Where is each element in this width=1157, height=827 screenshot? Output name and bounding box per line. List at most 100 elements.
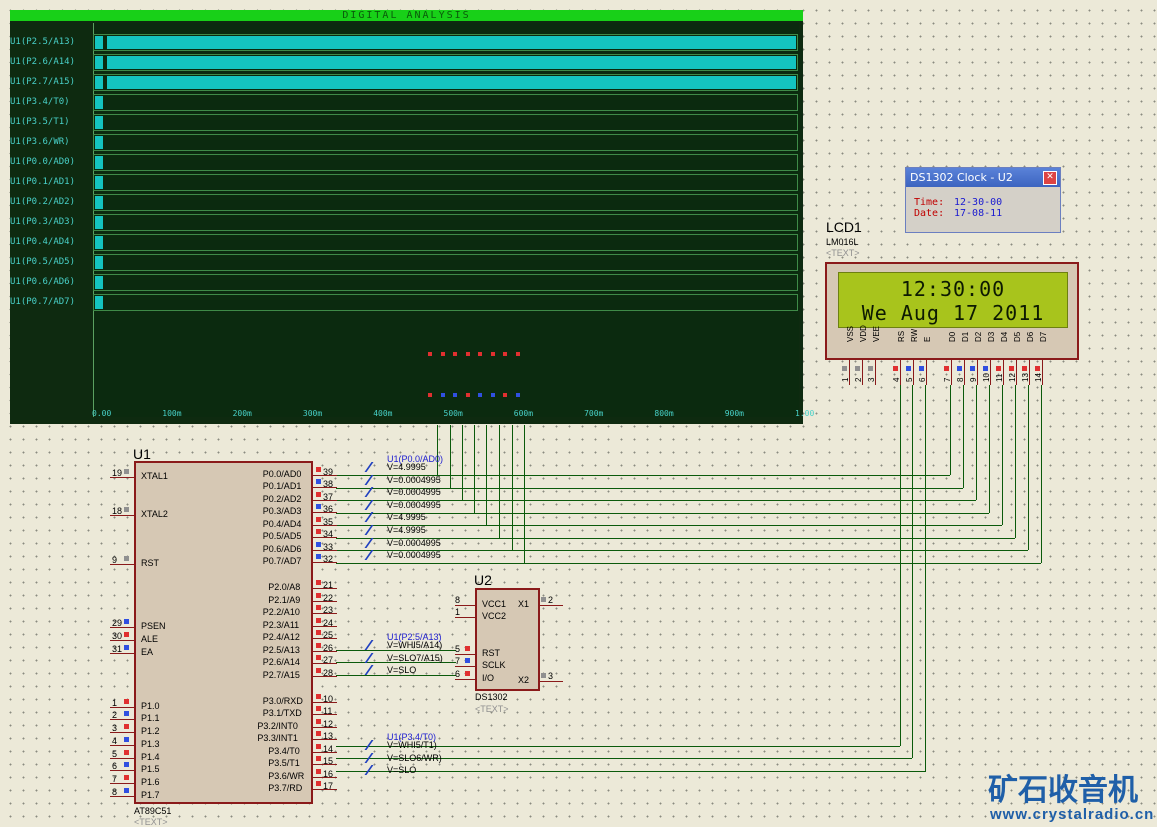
pin-number: 5 [455, 644, 461, 654]
pin-state [316, 467, 321, 472]
pin-name: RST [482, 648, 500, 658]
pin-state [316, 731, 321, 736]
pin-name: P0.4/AD4 [262, 519, 302, 529]
trace-edge [95, 76, 105, 89]
u1-part: AT89C51 [134, 806, 172, 816]
probe-arrow-icon[interactable] [364, 487, 387, 498]
pin-state [855, 366, 860, 371]
probe-arrow-icon[interactable] [364, 512, 387, 523]
pin-state [316, 542, 321, 547]
lcd-pin-name: VEE [872, 325, 881, 342]
pin-lead [538, 605, 563, 606]
digital-analysis-graph[interactable]: DIGITAL ANALYSIS U1(P2.5/A13) U1(P2.6/A14… [10, 10, 814, 424]
pin-lead [455, 679, 476, 680]
trace-row: U1(P0.1/AD1) [10, 173, 803, 193]
pin-state [983, 366, 988, 371]
u2-part: DS1302 [475, 692, 508, 702]
pin-state [316, 719, 321, 724]
ds1302-clock-window[interactable]: DS1302 Clock - U2 ✕ Time: 12-30-00 Date:… [905, 167, 1061, 233]
pin-number: 5 [905, 377, 914, 382]
marker-dot [478, 393, 482, 397]
lcd-ref: LCD1 [826, 219, 862, 235]
trace-lane [93, 234, 798, 251]
probe-arrow-icon[interactable] [364, 474, 387, 485]
probe-arrow-icon[interactable] [364, 499, 387, 510]
pin-name: X1 [518, 599, 530, 609]
pin-number: 8 [956, 377, 965, 382]
pin-state [316, 756, 321, 761]
marker-dot [515, 393, 520, 397]
trace-label: U1(P3.6/WR) [10, 137, 70, 147]
wire [486, 425, 487, 525]
lcd-line-1: 12:30:00 [900, 277, 1006, 301]
u1-ref: U1 [133, 446, 151, 462]
trace-row: U1(P3.4/T0) [10, 93, 803, 113]
lcd-pin-name: VDD [859, 325, 868, 342]
pin-state [124, 507, 129, 512]
pin-state [316, 694, 321, 699]
probe-arrow-icon[interactable] [364, 537, 387, 548]
trace-row: U1(P0.2/AD2) [10, 193, 803, 213]
pin-number: 22 [323, 593, 334, 603]
pin-number: 34 [323, 529, 334, 539]
pin-state [316, 580, 321, 585]
pin-state [124, 750, 129, 755]
probe-arrow-icon[interactable] [364, 462, 387, 472]
probe-arrow-icon[interactable] [364, 752, 387, 763]
pin-name: P3.5/T1 [268, 758, 300, 768]
time-tick-label: 900m [724, 409, 744, 418]
trace-lane [93, 114, 798, 131]
probe-arrow-icon[interactable] [364, 740, 387, 750]
pin-name: I/O [482, 673, 495, 683]
wire [1041, 385, 1042, 563]
pin-number: 10 [982, 373, 991, 382]
pin-state [316, 643, 321, 648]
wire [925, 385, 926, 771]
pin-name: XTAL1 [141, 471, 168, 481]
time-tick-label: 100m [162, 409, 182, 418]
wire [963, 385, 964, 488]
marker-dot [515, 352, 520, 356]
probe-arrow-icon[interactable] [364, 665, 387, 676]
pin-lead [538, 681, 563, 682]
trace-lane [93, 294, 798, 311]
pin-state [316, 479, 321, 484]
pin-number: 2 [112, 710, 118, 720]
probe-arrow-icon[interactable] [364, 525, 387, 535]
window-title[interactable]: DS1302 Clock - U2 [906, 168, 1060, 187]
lcd-pin-name: D7 [1039, 331, 1048, 342]
pin-state [868, 366, 873, 371]
pin-name: P2.2/A10 [262, 607, 300, 617]
trace-lane [93, 194, 798, 211]
pin-state [316, 517, 321, 522]
probe-value: V=0.0004995 [387, 474, 441, 485]
pin-name: P2.6/A14 [262, 657, 300, 667]
pin-name: ALE [141, 634, 159, 644]
lcd-module[interactable]: 12:30:00 We Aug 17 2011 VSS VDD VEE RS RW E D0… [825, 262, 1079, 360]
pin-state [316, 706, 321, 711]
pin-state [316, 630, 321, 635]
pin-name: P0.3/AD3 [262, 506, 302, 516]
close-icon[interactable]: ✕ [1043, 171, 1057, 185]
probe-value: V=0.0004995 [387, 537, 441, 548]
pin-name: P1.6 [141, 777, 160, 787]
time-tick-label: 600m [513, 409, 534, 418]
probe-arrow-icon[interactable] [364, 640, 387, 650]
probe-arrow-icon[interactable] [364, 550, 387, 561]
pin-number: 38 [323, 479, 334, 489]
pin-number: 19 [112, 468, 123, 478]
pin-state [316, 504, 321, 509]
marker-dot [428, 393, 432, 397]
time-tick-label: 800m [654, 409, 674, 418]
pin-number: 3 [548, 671, 554, 681]
wire [336, 562, 1041, 564]
watermark-url: www.crystalradio.cn [990, 806, 1155, 823]
pin-number: 4 [112, 736, 118, 746]
pin-name: VCC2 [482, 611, 507, 621]
lcd-text-tag: <TEXT> [826, 248, 860, 258]
pin-state [316, 554, 321, 559]
pin-number: 12 [1008, 373, 1017, 382]
pin-state [316, 593, 321, 598]
pin-state [541, 597, 546, 602]
wire [499, 425, 500, 538]
